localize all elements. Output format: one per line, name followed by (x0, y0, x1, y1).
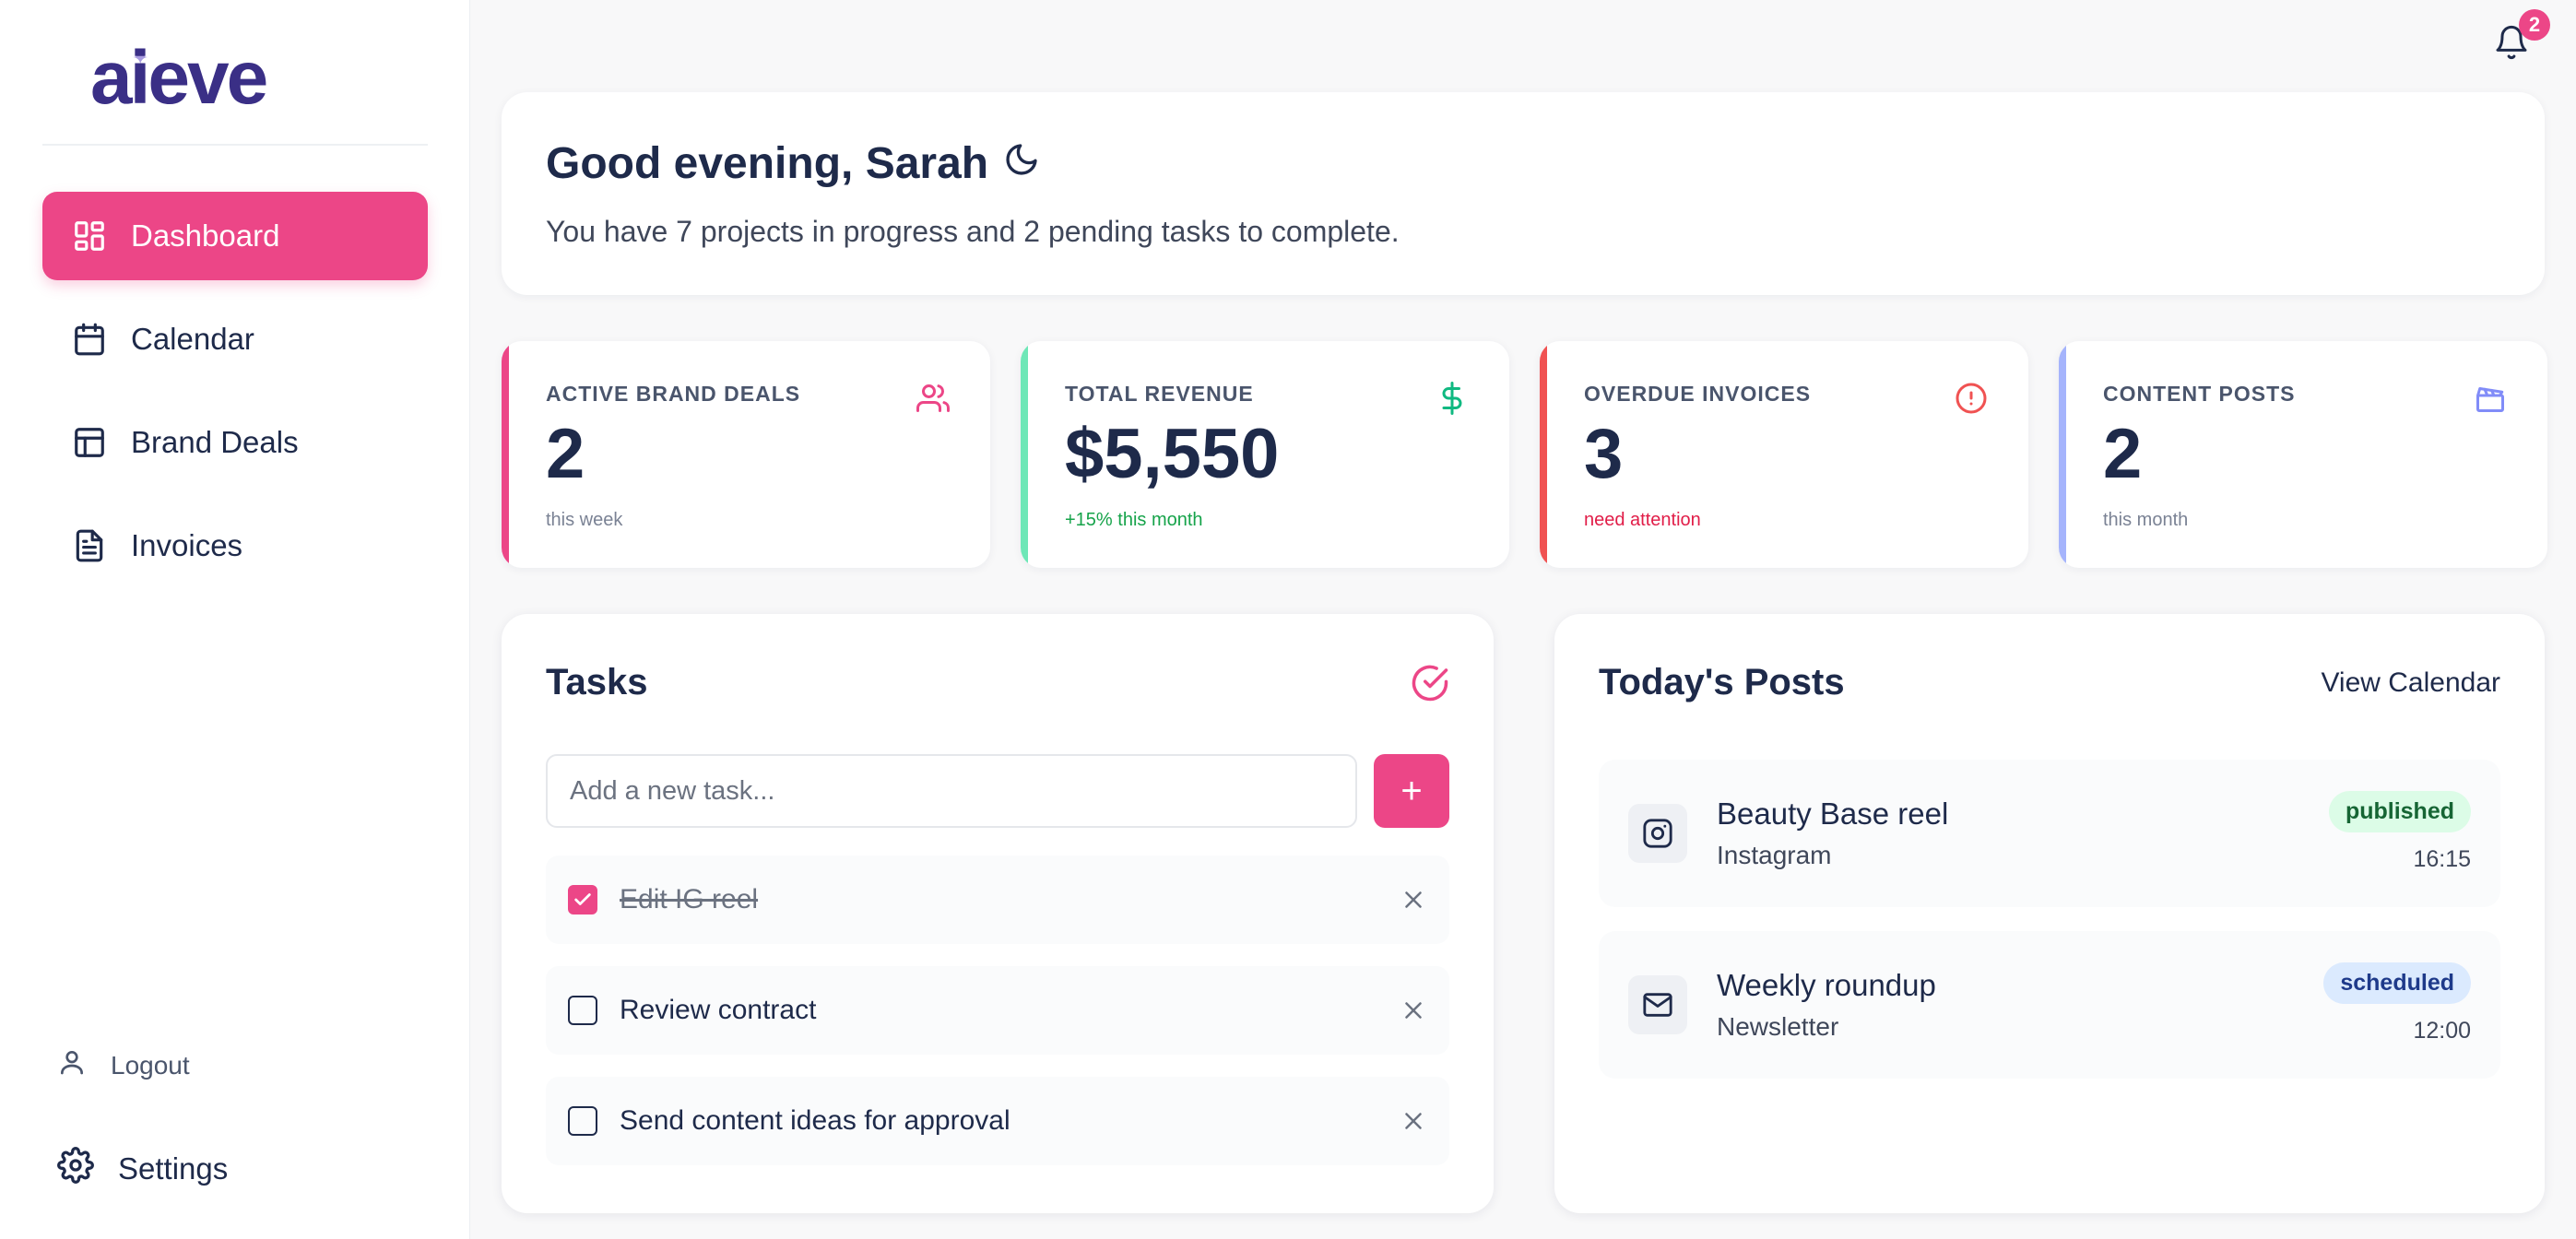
notification-badge: 2 (2519, 9, 2550, 41)
stat-value: 2 (2103, 415, 2143, 493)
stat-label: CONTENT POSTS (2103, 382, 2296, 406)
instagram-icon (1628, 804, 1687, 863)
view-calendar-link[interactable]: View Calendar (2321, 667, 2500, 699)
task-checkbox[interactable] (568, 1106, 597, 1136)
status-badge: published (2328, 791, 2471, 832)
bell-icon (2493, 25, 2530, 65)
new-task-input[interactable] (546, 754, 1357, 828)
task-item: Edit IG reel (546, 856, 1449, 944)
user-icon (57, 1047, 111, 1083)
stat-value: $5,550 (1065, 415, 1280, 493)
post-time: 16:15 (2413, 846, 2471, 872)
moon-icon (988, 138, 1040, 189)
post-item[interactable]: Beauty Base reel Instagram published 16:… (1599, 760, 2500, 907)
greeting-title-text: Good evening, Sarah (546, 139, 989, 188)
post-item[interactable]: Weekly roundup Newsletter scheduled 12:0… (1599, 931, 2500, 1079)
stat-note: need attention (1584, 510, 1701, 530)
post-platform: Instagram (1717, 841, 1832, 869)
post-list: Beauty Base reel Instagram published 16:… (1599, 760, 2500, 1103)
task-checkbox[interactable] (568, 996, 597, 1025)
post-title: Beauty Base reel (1717, 796, 1949, 831)
post-platform: Newsletter (1717, 1012, 1839, 1041)
task-text: Send content ideas for approval (620, 1105, 1010, 1136)
stat-label: ACTIVE BRAND DEALS (546, 382, 801, 406)
greeting-title: Good evening, Sarah (546, 138, 2500, 189)
check-circle-icon (1411, 664, 1449, 702)
settings-button[interactable]: Settings (57, 1147, 228, 1191)
settings-label: Settings (118, 1151, 229, 1186)
gear-icon (57, 1147, 118, 1191)
sidebar-item-invoices[interactable]: Invoices (42, 502, 428, 590)
remove-task-button[interactable] (1400, 886, 1427, 914)
task-item: Review contract (546, 966, 1449, 1055)
greeting-card: Good evening, Sarah You have 7 projects … (502, 92, 2545, 295)
sidebar: ✦ aieve Dashboard Calendar Brand Deals I (0, 0, 470, 1239)
todays-posts-panel: Today's Posts View Calendar Beauty Base … (1554, 614, 2545, 1213)
logout-button[interactable]: Logout (57, 1047, 190, 1083)
stat-card-content-posts[interactable]: CONTENT POSTS 2 this month (2059, 341, 2547, 568)
stat-value: 2 (546, 415, 585, 493)
post-info: Beauty Base reel Instagram (1717, 796, 1948, 870)
sidebar-divider (42, 144, 428, 146)
stat-label: OVERDUE INVOICES (1584, 382, 1812, 406)
add-task-button[interactable]: + (1374, 754, 1449, 828)
greeting-subtitle: You have 7 projects in progress and 2 pe… (546, 215, 1400, 248)
sidebar-item-dashboard[interactable]: Dashboard (42, 192, 428, 280)
post-info: Weekly roundup Newsletter (1717, 968, 1936, 1042)
sidebar-item-label: Brand Deals (131, 425, 299, 459)
tasks-panel: Tasks + Edit IG reel Review contract Sen… (502, 614, 1494, 1213)
sidebar-item-brand-deals[interactable]: Brand Deals (42, 398, 428, 487)
post-time: 12:00 (2413, 1018, 2471, 1044)
task-item: Send content ideas for approval (546, 1077, 1449, 1165)
logout-label: Logout (111, 1050, 190, 1080)
stat-note: this week (546, 510, 623, 530)
stat-note: this month (2103, 510, 2189, 530)
stat-value: 3 (1584, 415, 1624, 493)
document-icon (72, 528, 107, 563)
dollar-icon (1436, 382, 1469, 415)
task-list: Edit IG reel Review contract Send conten… (546, 856, 1449, 1187)
tasks-title: Tasks (546, 662, 648, 702)
status-badge: scheduled (2323, 962, 2471, 1004)
users-icon (916, 382, 950, 415)
stat-label: TOTAL REVENUE (1065, 382, 1254, 406)
remove-task-button[interactable] (1400, 1107, 1427, 1135)
sidebar-item-calendar[interactable]: Calendar (42, 295, 428, 384)
post-title: Weekly roundup (1717, 968, 1936, 1002)
calendar-icon (72, 322, 107, 357)
task-text: Review contract (620, 995, 817, 1025)
stat-note: +15% this month (1065, 510, 1203, 530)
sidebar-item-label: Invoices (131, 528, 243, 562)
sidebar-nav: Dashboard Calendar Brand Deals Invoices (42, 192, 428, 605)
task-checkbox[interactable] (568, 885, 597, 914)
stat-card-overdue-invoices[interactable]: OVERDUE INVOICES 3 need attention (1540, 341, 2028, 568)
sidebar-item-label: Dashboard (131, 218, 280, 253)
alert-circle-icon (1955, 382, 1988, 415)
clapperboard-icon (2474, 382, 2507, 415)
app-logo[interactable]: aieve (90, 41, 268, 116)
dashboard-grid-icon (72, 218, 107, 254)
layout-icon (72, 425, 107, 460)
stat-card-active-brand-deals[interactable]: ACTIVE BRAND DEALS 2 this week (502, 341, 990, 568)
remove-task-button[interactable] (1400, 997, 1427, 1024)
task-text: Edit IG reel (620, 884, 759, 914)
mail-icon (1628, 975, 1687, 1034)
sidebar-item-label: Calendar (131, 322, 254, 356)
stat-card-total-revenue[interactable]: TOTAL REVENUE $5,550 +15% this month (1021, 341, 1509, 568)
